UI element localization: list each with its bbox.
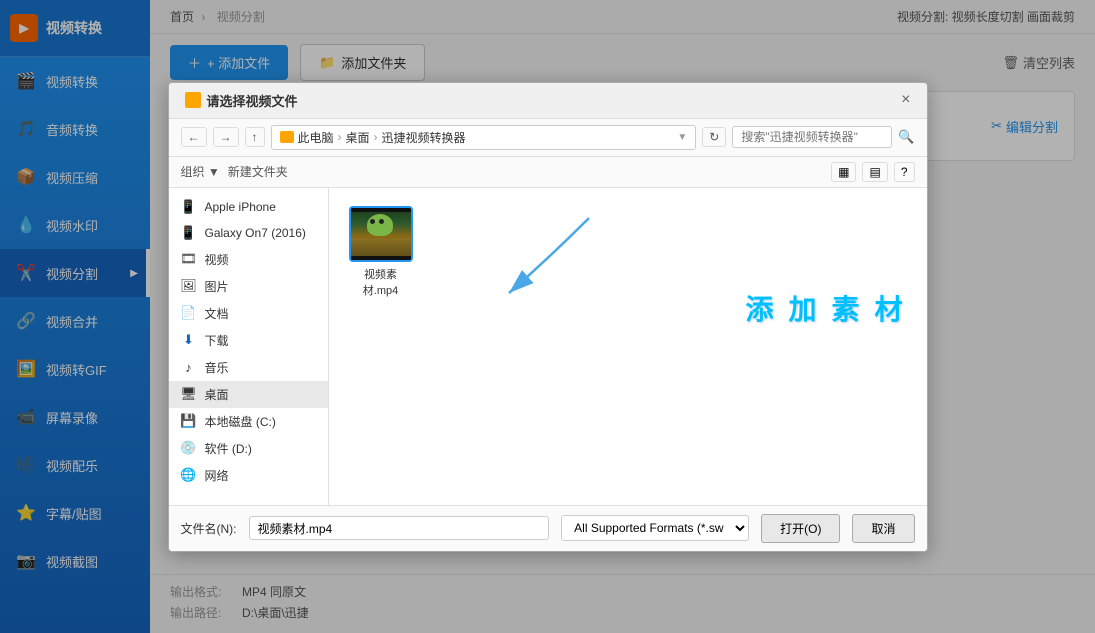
- open-button[interactable]: 打开(O): [761, 514, 840, 543]
- sidenav-disk-d[interactable]: 💿 软件 (D:): [169, 435, 328, 462]
- path-text-desktop: 桌面: [346, 129, 370, 146]
- sidenav-downloads[interactable]: ⬇ 下载: [169, 327, 328, 354]
- view-grid-button[interactable]: ▦: [831, 162, 856, 182]
- view-list-button[interactable]: ▤: [862, 162, 887, 182]
- documents-folder-icon: 📄: [181, 305, 197, 321]
- network-icon: 🌐: [181, 467, 197, 483]
- path-sep1: ›: [338, 130, 342, 144]
- sidenav-galaxy-on7[interactable]: 📱 Galaxy On7 (2016): [169, 220, 328, 246]
- sidenav-label: 视频: [205, 251, 229, 268]
- annotation-text: 添 加 素 材: [745, 288, 906, 328]
- path-text-pc: 此电脑: [298, 129, 334, 146]
- sidenav-label: Apple iPhone: [205, 200, 276, 214]
- file-thumbnail-icon: [349, 206, 413, 262]
- sidenav-local-disk-c[interactable]: 💾 本地磁盘 (C:): [169, 408, 328, 435]
- sidenav-label: 网络: [205, 467, 229, 484]
- refresh-button[interactable]: ↻: [702, 127, 726, 147]
- modal-toolbar-left: 组织 ▼ 新建文件夹: [181, 163, 288, 180]
- downloads-folder-icon: ⬇: [181, 332, 197, 348]
- sidenav-video[interactable]: 🎞 视频: [169, 246, 328, 273]
- sidenav-label: Galaxy On7 (2016): [205, 226, 306, 240]
- desktop-folder-icon: 🖥: [181, 386, 197, 402]
- modal-filearea: 视频素材.mp4 添 加 素 材: [329, 188, 927, 505]
- sidenav-label: 本地磁盘 (C:): [205, 413, 276, 430]
- filename-label: 文件名(N):: [181, 520, 237, 537]
- forward-button[interactable]: →: [213, 127, 239, 147]
- sidenav-label: 桌面: [205, 386, 229, 403]
- modal-overlay: 请选择视频文件 × ← → ↑ 此电脑 › 桌面 › 迅捷视频转换器 ▼ ↻ 🔍: [0, 0, 1095, 633]
- address-path[interactable]: 此电脑 › 桌面 › 迅捷视频转换器 ▼: [271, 125, 697, 150]
- modal-toolbar: 组织 ▼ 新建文件夹 ▦ ▤ ?: [169, 157, 927, 188]
- images-folder-icon: 🖼: [181, 278, 197, 294]
- modal-folder-icon: [185, 92, 201, 108]
- format-select[interactable]: All Supported Formats (*.sw: [561, 515, 749, 541]
- modal-title-text: 请选择视频文件: [207, 91, 298, 110]
- organize-button[interactable]: 组织 ▼: [181, 163, 220, 180]
- sidenav-label: 图片: [205, 278, 229, 295]
- sidenav-label: 音乐: [205, 359, 229, 376]
- back-button[interactable]: ←: [181, 127, 207, 147]
- sidenav-label: 文档: [205, 305, 229, 322]
- sidenav-label: 下载: [205, 332, 229, 349]
- modal-titlebar: 请选择视频文件 ×: [169, 83, 927, 119]
- sidenav-network[interactable]: 🌐 网络: [169, 462, 328, 489]
- file-icon-label: 视频素材.mp4: [347, 266, 415, 298]
- up-button[interactable]: ↑: [245, 127, 265, 147]
- path-sep2: ›: [374, 130, 378, 144]
- modal-close-button[interactable]: ×: [901, 91, 910, 109]
- modal-body: 📱 Apple iPhone 📱 Galaxy On7 (2016) 🎞 视频 …: [169, 188, 927, 505]
- sidenav-apple-iphone[interactable]: 📱 Apple iPhone: [169, 194, 328, 220]
- file-select-modal: 请选择视频文件 × ← → ↑ 此电脑 › 桌面 › 迅捷视频转换器 ▼ ↻ 🔍: [168, 82, 928, 552]
- path-folder-icon: [280, 131, 294, 143]
- sidenav-documents[interactable]: 📄 文档: [169, 300, 328, 327]
- sidenav-music[interactable]: ♪ 音乐: [169, 354, 328, 381]
- modal-title: 请选择视频文件: [185, 91, 298, 110]
- modal-toolbar-right: ▦ ▤ ?: [831, 162, 914, 182]
- video-folder-icon: 🎞: [181, 251, 197, 267]
- music-folder-icon: ♪: [181, 359, 197, 375]
- modal-sidenav: 📱 Apple iPhone 📱 Galaxy On7 (2016) 🎞 视频 …: [169, 188, 329, 505]
- sidenav-images[interactable]: 🖼 图片: [169, 273, 328, 300]
- galaxy-icon: 📱: [181, 225, 197, 241]
- new-folder-button[interactable]: 新建文件夹: [228, 163, 288, 180]
- view-help-button[interactable]: ?: [894, 162, 915, 182]
- search-input[interactable]: [732, 126, 892, 148]
- cancel-button[interactable]: 取消: [852, 514, 914, 543]
- path-dropdown-icon[interactable]: ▼: [677, 132, 687, 143]
- sidenav-desktop[interactable]: 🖥 桌面: [169, 381, 328, 408]
- apple-iphone-icon: 📱: [181, 199, 197, 215]
- modal-addressbar: ← → ↑ 此电脑 › 桌面 › 迅捷视频转换器 ▼ ↻ 🔍: [169, 119, 927, 157]
- filename-input[interactable]: [249, 516, 550, 540]
- disk-d-icon: 💿: [181, 440, 197, 456]
- file-icon-item[interactable]: 视频素材.mp4: [341, 200, 421, 304]
- sidenav-label: 软件 (D:): [205, 440, 252, 457]
- path-text-app: 迅捷视频转换器: [382, 129, 466, 146]
- modal-footer: 文件名(N): All Supported Formats (*.sw 打开(O…: [169, 505, 927, 551]
- search-button[interactable]: 🔍: [898, 129, 914, 145]
- disk-c-icon: 💾: [181, 413, 197, 429]
